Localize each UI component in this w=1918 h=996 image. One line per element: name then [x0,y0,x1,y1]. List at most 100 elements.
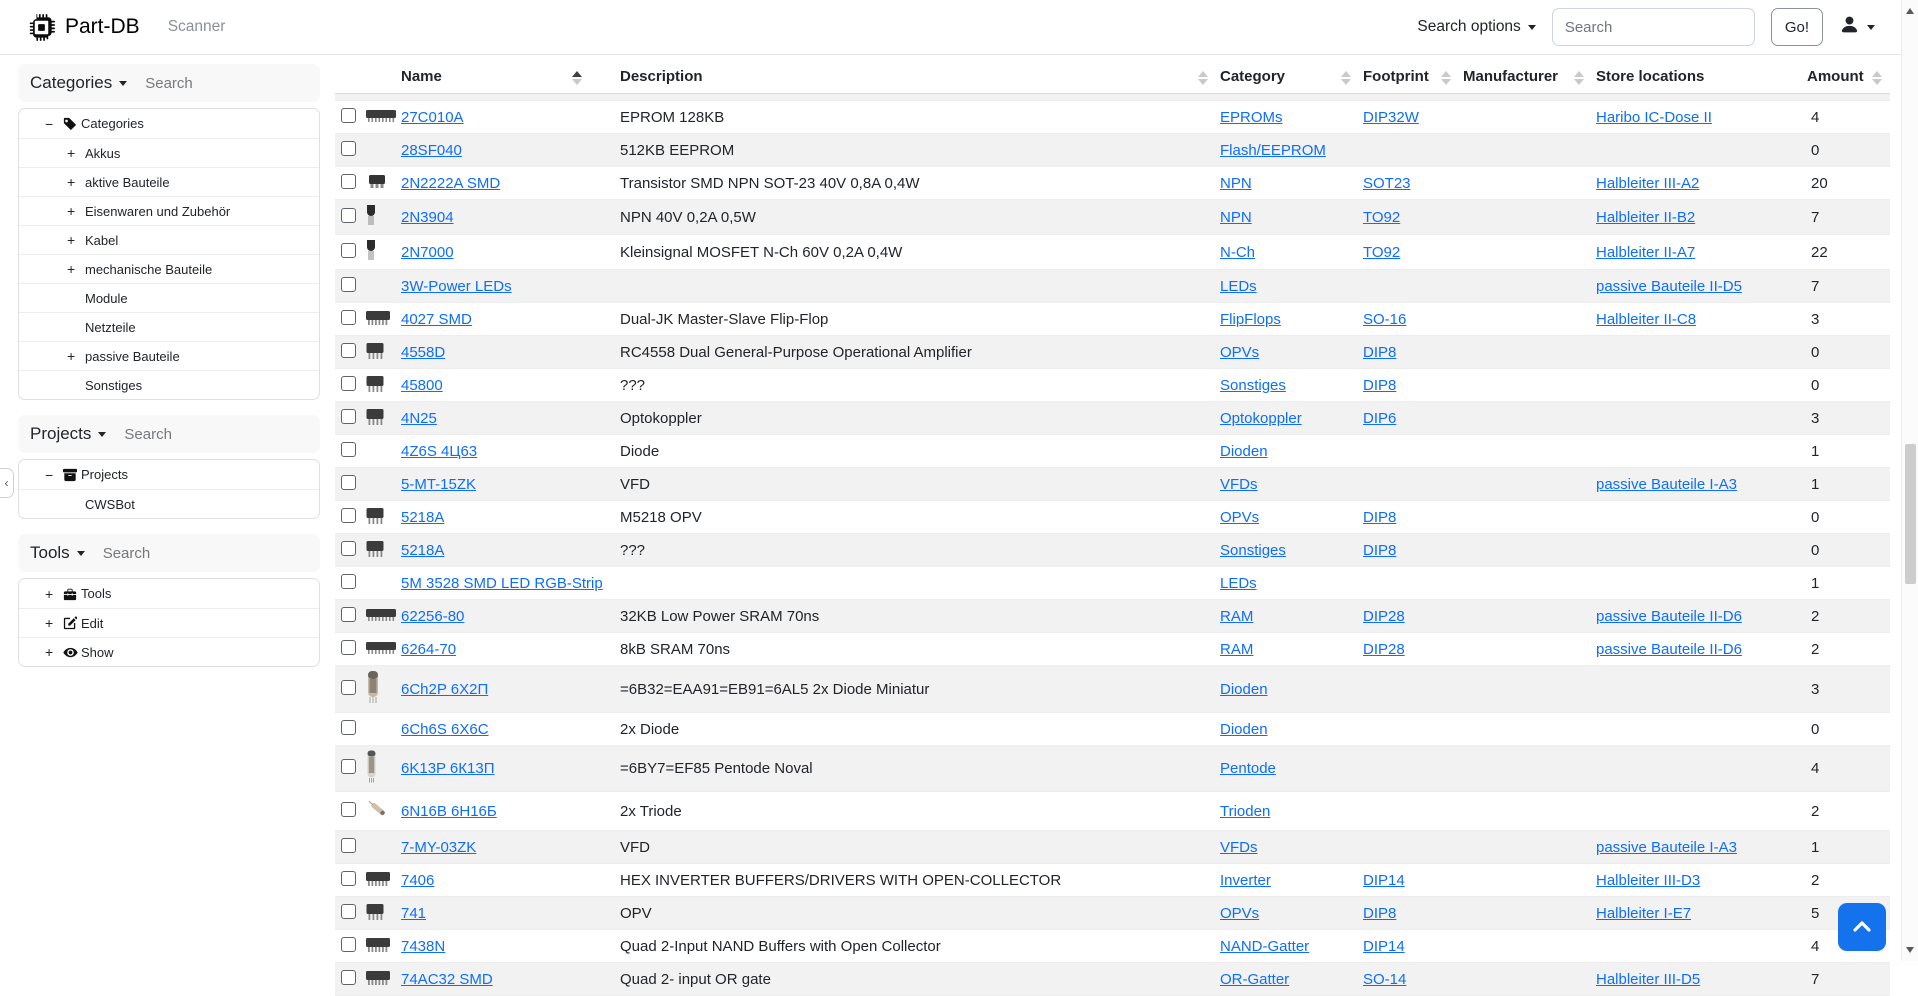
tree-expander[interactable]: + [67,145,85,161]
row-checkbox[interactable] [341,243,356,258]
row-checkbox[interactable] [341,802,356,817]
row-checkbox[interactable] [341,607,356,622]
page-scrollbar[interactable] [1901,0,1918,961]
dip8-chip-photo[interactable] [365,340,385,360]
category-link[interactable]: OR-Gatter [1220,971,1289,988]
category-link[interactable]: FlipFlops [1220,311,1281,328]
row-checkbox[interactable] [341,141,356,156]
category-link[interactable]: RAM [1220,608,1253,625]
dip14-chip-photo[interactable] [365,935,391,954]
app-brand[interactable]: Part-DB [28,14,140,41]
tree-expander[interactable]: + [67,261,85,277]
part-name-link[interactable]: 7438N [401,938,445,955]
category-link[interactable]: NAND-Gatter [1220,938,1309,955]
sort-icon[interactable] [1574,71,1584,85]
category-link[interactable]: NPN [1220,209,1252,226]
part-name-link[interactable]: 2N7000 [401,244,454,261]
footprint-link[interactable]: DIP8 [1363,509,1396,526]
store-location-link[interactable]: passive Bauteile II-D5 [1596,278,1742,295]
dip14-chip-photo[interactable] [365,869,391,888]
part-name-link[interactable]: 7-MY-03ZK [401,839,476,856]
tree-expander[interactable]: + [67,174,85,190]
tree-item-edit[interactable]: + Edit [19,608,319,637]
part-name-link[interactable]: 2N2222A SMD [401,175,500,192]
part-name-link[interactable]: 62256-80 [401,608,464,625]
category-link[interactable]: EPROMs [1220,109,1283,126]
category-link[interactable]: Optokoppler [1220,410,1302,427]
tree-item-eisenwaren-und-zubeh-r[interactable]: + Eisenwaren und Zubehör [19,196,319,225]
part-name-link[interactable]: 5-MT-15ZK [401,476,476,493]
footprint-link[interactable]: SO-14 [1363,971,1406,988]
row-checkbox[interactable] [341,174,356,189]
row-checkbox[interactable] [341,838,356,853]
global-search-input[interactable] [1552,8,1755,46]
store-location-link[interactable]: Halbleiter I-E7 [1596,905,1691,922]
part-name-link[interactable]: 5218A [401,542,444,559]
sot23-transistor-photo[interactable] [365,173,389,189]
dip14-chip-photo[interactable] [365,968,391,987]
vacuum-tube-photo[interactable] [365,670,381,704]
tree-item-module[interactable]: Module [19,283,319,312]
row-checkbox[interactable] [341,442,356,457]
part-name-link[interactable]: 6Ch2P 6Х2П [401,681,488,698]
tree-item-kabel[interactable]: + Kabel [19,225,319,254]
tree-expander[interactable]: + [45,586,63,602]
dip14-chip-photo[interactable] [365,308,391,327]
row-checkbox[interactable] [341,277,356,292]
part-name-link[interactable]: 7406 [401,872,434,889]
part-name-link[interactable]: 4N25 [401,410,437,427]
sidebar-collapse-handle[interactable]: ‹ [0,468,14,498]
footprint-link[interactable]: DIP14 [1363,872,1405,889]
sort-icon[interactable] [1198,71,1208,85]
category-link[interactable]: Sonstiges [1220,542,1286,559]
tree-item-show[interactable]: + Show [19,637,319,666]
sort-icon[interactable] [572,71,582,85]
footprint-link[interactable]: TO92 [1363,209,1400,226]
sort-icon[interactable] [1872,71,1882,85]
category-link[interactable]: Inverter [1220,872,1271,889]
column-header-description[interactable]: Description [616,62,1216,94]
column-header-name[interactable]: Name [397,62,616,94]
tree-item-sonstiges[interactable]: Sonstiges [19,370,319,399]
tree-expander[interactable]: + [67,348,85,364]
tree-item-tools[interactable]: + Tools [19,579,319,608]
vacuum-tube-tall-photo[interactable] [365,750,378,783]
category-link[interactable]: OPVs [1220,509,1259,526]
dip-long-chip-photo[interactable] [365,638,397,656]
panel-title-projects[interactable]: Projects [30,424,106,444]
footprint-link[interactable]: DIP28 [1363,641,1405,658]
category-link[interactable]: N-Ch [1220,244,1255,261]
tree-item-categories[interactable]: − Categories [19,109,319,138]
store-location-link[interactable]: Haribo IC-Dose II [1596,109,1712,126]
projects-search-input[interactable] [124,426,244,443]
part-name-link[interactable]: 74AC32 SMD [401,971,493,988]
part-name-link[interactable]: 3W-Power LEDs [401,278,512,295]
categories-search-input[interactable] [145,75,265,92]
sort-icon[interactable] [1341,71,1351,85]
store-location-link[interactable]: passive Bauteile I-A3 [1596,839,1737,856]
dip8-chip-photo[interactable] [365,373,385,393]
footprint-link[interactable]: DIP8 [1363,377,1396,394]
store-location-link[interactable]: passive Bauteile II-D6 [1596,608,1742,625]
store-location-link[interactable]: Halbleiter II-C8 [1596,311,1696,328]
row-checkbox[interactable] [341,904,356,919]
tree-expander[interactable]: − [45,467,63,483]
category-link[interactable]: Dioden [1220,443,1268,460]
column-header-manufacturer[interactable]: Manufacturer [1459,62,1592,94]
to92-transistor-photo[interactable] [365,204,377,226]
category-link[interactable]: Dioden [1220,721,1268,738]
to92-transistor-photo[interactable] [365,239,377,261]
vacuum-tube-small-photo[interactable] [365,796,391,822]
footprint-link[interactable]: DIP8 [1363,905,1396,922]
tree-item-akkus[interactable]: + Akkus [19,138,319,167]
row-checkbox[interactable] [341,871,356,886]
footprint-link[interactable]: DIP6 [1363,410,1396,427]
row-checkbox[interactable] [341,108,356,123]
row-checkbox[interactable] [341,640,356,655]
footprint-link[interactable]: SOT23 [1363,175,1411,192]
panel-title-categories[interactable]: Categories [30,73,127,93]
row-checkbox[interactable] [341,508,356,523]
row-checkbox[interactable] [341,574,356,589]
part-name-link[interactable]: 4Z6S 4Ц63 [401,443,477,460]
part-name-link[interactable]: 6264-70 [401,641,456,658]
